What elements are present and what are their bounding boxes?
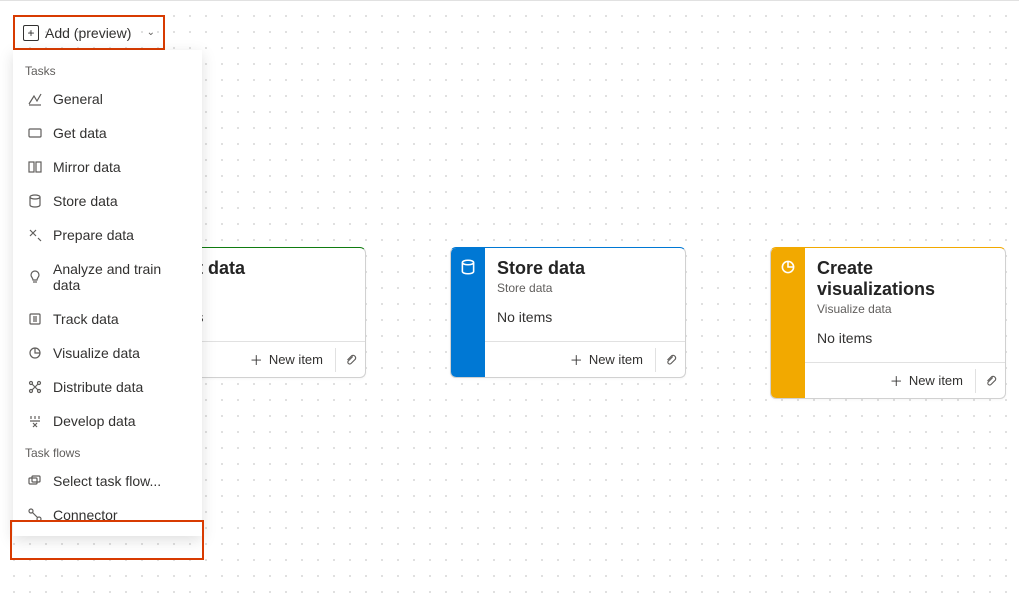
attach-button[interactable] <box>335 348 359 372</box>
general-icon <box>27 91 43 107</box>
add-button-label: Add (preview) <box>45 25 131 41</box>
menu-item-connector[interactable]: Connector <box>13 498 202 532</box>
menu-item-analyze-train[interactable]: Analyze and train data <box>13 252 202 302</box>
menu-item-select-task-flow[interactable]: Select task flow... <box>13 464 202 498</box>
card-create-visualizations[interactable]: Create visualizations Visualize data No … <box>770 247 1006 399</box>
menu-item-label: Analyze and train data <box>53 261 188 293</box>
menu-item-develop-data[interactable]: Develop data <box>13 404 202 438</box>
mirror-data-icon <box>27 159 43 175</box>
tasks-section-label: Tasks <box>13 56 202 82</box>
add-dropdown-menu: Tasks General Get data Mirror data Store… <box>13 50 202 536</box>
attach-icon <box>664 353 678 367</box>
menu-item-label: Select task flow... <box>53 473 161 489</box>
new-item-button[interactable]: ＋ New item <box>882 367 971 394</box>
menu-item-label: General <box>53 91 103 107</box>
add-button-highlight: + Add (preview) ⌄ <box>13 15 165 50</box>
database-icon <box>459 258 477 276</box>
card-title: ect data <box>177 258 353 279</box>
menu-item-label: Distribute data <box>53 379 143 395</box>
pie-chart-icon <box>779 258 797 276</box>
plus-icon: ＋ <box>890 371 903 390</box>
card-title: Create visualizations <box>817 258 993 300</box>
card-subtitle: Visualize data <box>817 302 993 316</box>
track-data-icon <box>27 311 43 327</box>
menu-item-label: Track data <box>53 311 119 327</box>
card-status: ems <box>177 309 353 325</box>
analyze-icon <box>27 269 43 285</box>
attach-button[interactable] <box>975 369 999 393</box>
new-item-button[interactable]: ＋ New item <box>562 346 651 373</box>
develop-icon <box>27 413 43 429</box>
menu-item-prepare-data[interactable]: Prepare data <box>13 218 202 252</box>
prepare-data-icon <box>27 227 43 243</box>
menu-item-label: Prepare data <box>53 227 134 243</box>
menu-item-track-data[interactable]: Track data <box>13 302 202 336</box>
get-data-icon <box>27 125 43 141</box>
distribute-icon <box>27 379 43 395</box>
menu-item-get-data[interactable]: Get data <box>13 116 202 150</box>
card-status: No items <box>817 330 993 346</box>
menu-item-store-data[interactable]: Store data <box>13 184 202 218</box>
new-item-label: New item <box>909 373 963 388</box>
taskflows-section-label: Task flows <box>13 438 202 464</box>
connector-icon <box>27 507 43 523</box>
menu-item-general[interactable]: General <box>13 82 202 116</box>
add-preview-button[interactable]: + Add (preview) ⌄ <box>15 21 163 45</box>
plus-icon: + <box>23 25 39 41</box>
card-stripe <box>771 248 805 398</box>
attach-button[interactable] <box>655 348 679 372</box>
card-store-data[interactable]: Store data Store data No items ＋ New ite… <box>450 247 686 378</box>
new-item-button[interactable]: ＋ New item <box>242 346 331 373</box>
menu-item-label: Connector <box>53 507 118 523</box>
menu-item-label: Mirror data <box>53 159 121 175</box>
card-subtitle: ta <box>177 281 353 295</box>
menu-item-label: Visualize data <box>53 345 140 361</box>
card-status: No items <box>497 309 673 325</box>
plus-icon: ＋ <box>570 350 583 369</box>
visualize-icon <box>27 345 43 361</box>
menu-item-mirror-data[interactable]: Mirror data <box>13 150 202 184</box>
task-flow-icon <box>27 473 43 489</box>
attach-icon <box>344 353 358 367</box>
chevron-down-icon: ⌄ <box>147 27 155 38</box>
new-item-label: New item <box>269 352 323 367</box>
store-data-icon <box>27 193 43 209</box>
menu-item-visualize-data[interactable]: Visualize data <box>13 336 202 370</box>
top-divider <box>0 0 1019 1</box>
card-subtitle: Store data <box>497 281 673 295</box>
menu-item-label: Store data <box>53 193 118 209</box>
menu-item-distribute-data[interactable]: Distribute data <box>13 370 202 404</box>
card-title: Store data <box>497 258 673 279</box>
menu-item-label: Develop data <box>53 413 136 429</box>
plus-icon: ＋ <box>250 350 263 369</box>
card-stripe <box>451 248 485 377</box>
attach-icon <box>984 374 998 388</box>
menu-item-label: Get data <box>53 125 107 141</box>
new-item-label: New item <box>589 352 643 367</box>
